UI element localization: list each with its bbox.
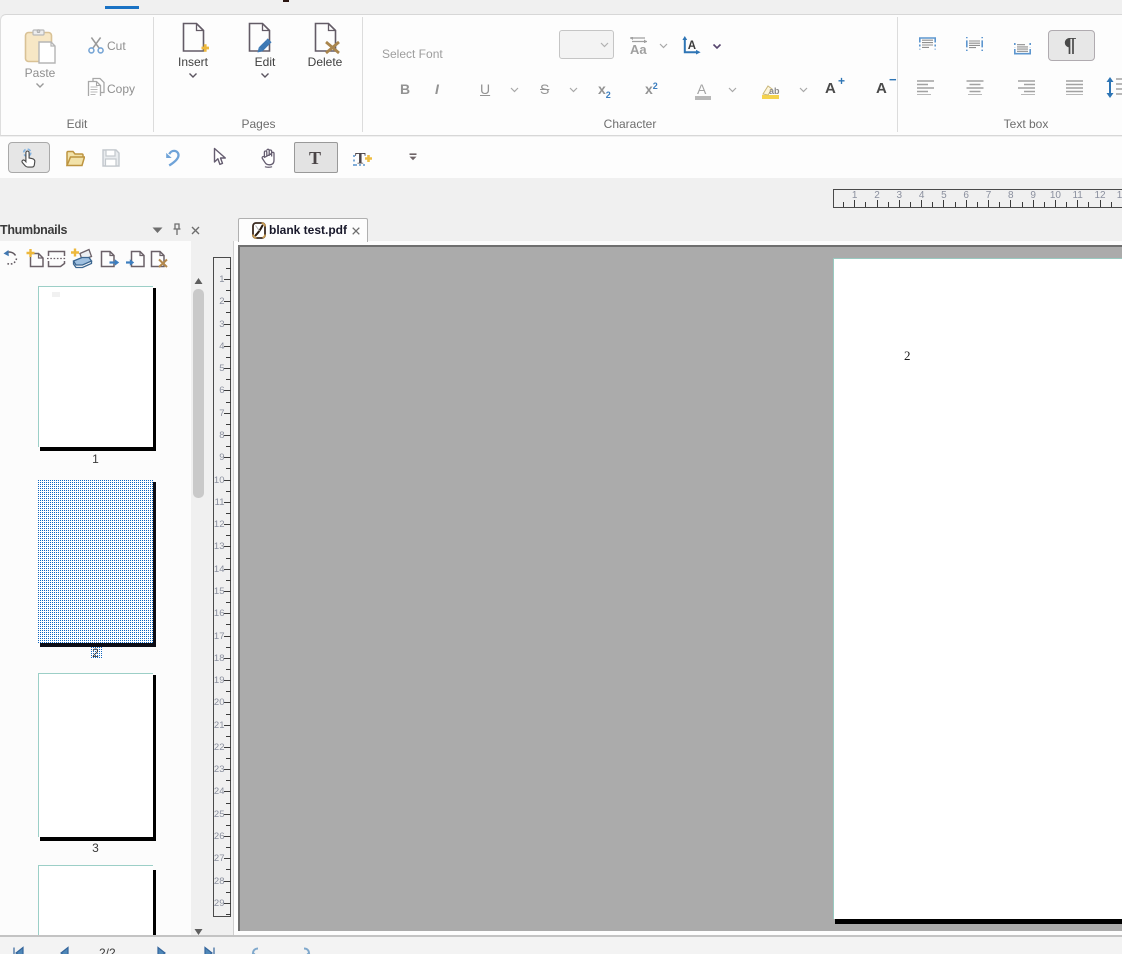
- svg-text:ab: ab: [769, 86, 780, 96]
- svg-text:T: T: [355, 151, 366, 168]
- svg-text:A: A: [688, 40, 696, 52]
